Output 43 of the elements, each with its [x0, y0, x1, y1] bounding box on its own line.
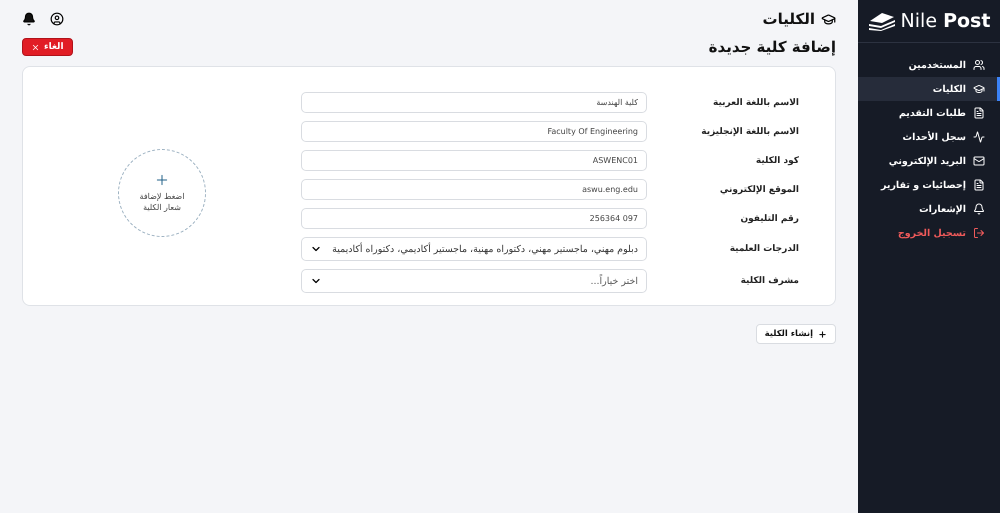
plus-icon: [818, 330, 827, 338]
sidebar-item[interactable]: الكليات: [858, 77, 1000, 101]
text-field[interactable]: ASWENC01: [301, 150, 647, 171]
graduation-cap-icon: [821, 12, 836, 26]
logo-upload-area[interactable]: اضغط لإضافة شعار الكلية: [118, 148, 206, 236]
document-icon: [973, 107, 985, 119]
sidebar-item[interactable]: طلبات التقديم: [858, 101, 1000, 125]
document-icon: [973, 179, 985, 191]
sidebar-item[interactable]: البريد الإلكتروني: [858, 149, 1000, 173]
field-label: كود الكلية: [754, 156, 799, 166]
text-field[interactable]: aswu.eng.edu: [301, 179, 647, 200]
mail-icon: [973, 155, 985, 167]
book-logo-icon: [868, 11, 896, 31]
graduation-cap-icon: [973, 83, 985, 95]
text-field[interactable]: 256364 097: [301, 208, 647, 229]
field-label: الدرجات العلمية: [728, 244, 799, 254]
text-field[interactable]: كلية الهندسة: [301, 92, 647, 113]
bell-icon: [973, 203, 985, 215]
page-title: إضافة كلية جديدة: [708, 38, 836, 56]
sidebar-item[interactable]: تسجيل الخروج: [858, 221, 1000, 245]
create-button[interactable]: إنشاء الكلية: [756, 324, 836, 344]
field-label: الاسم باللغة العربية: [712, 98, 799, 108]
field-label: الاسم باللغة الإنجليزية: [700, 126, 799, 136]
field-label: رقم التليفون: [739, 214, 799, 224]
upload-hint: اضغط لإضافة شعار الكلية: [138, 192, 186, 214]
user-icon[interactable]: [50, 12, 64, 26]
cancel-button[interactable]: الغاء: [22, 38, 73, 56]
section-title: الكليات: [762, 10, 815, 28]
field-label: الموقع الإلكتروني: [718, 184, 799, 194]
sidebar-item[interactable]: المستخدمين: [858, 53, 1000, 77]
field-label: مشرف الكلية: [740, 276, 799, 286]
sidebar-item[interactable]: الإشعارات: [858, 197, 1000, 221]
close-icon: [31, 42, 40, 52]
text-field[interactable]: Faculty Of Engineering: [301, 121, 647, 142]
users-icon: [973, 59, 985, 71]
select-field[interactable]: دبلوم مهني، ماجستير مهني، دكتوراه مهنية، ماجستير أكاديمي، دكتوراه أكاديمية: [301, 237, 647, 261]
bell-icon[interactable]: [22, 12, 36, 26]
logout-icon: [973, 227, 985, 239]
activity-icon: [973, 131, 985, 143]
select-field[interactable]: اختر خياراً...: [301, 269, 647, 293]
sidebar-item[interactable]: إحصائيات و تقارير: [858, 173, 1000, 197]
brand-logo-text: Nile Post: [900, 10, 990, 32]
sidebar-item[interactable]: سجل الأحداث: [858, 125, 1000, 149]
